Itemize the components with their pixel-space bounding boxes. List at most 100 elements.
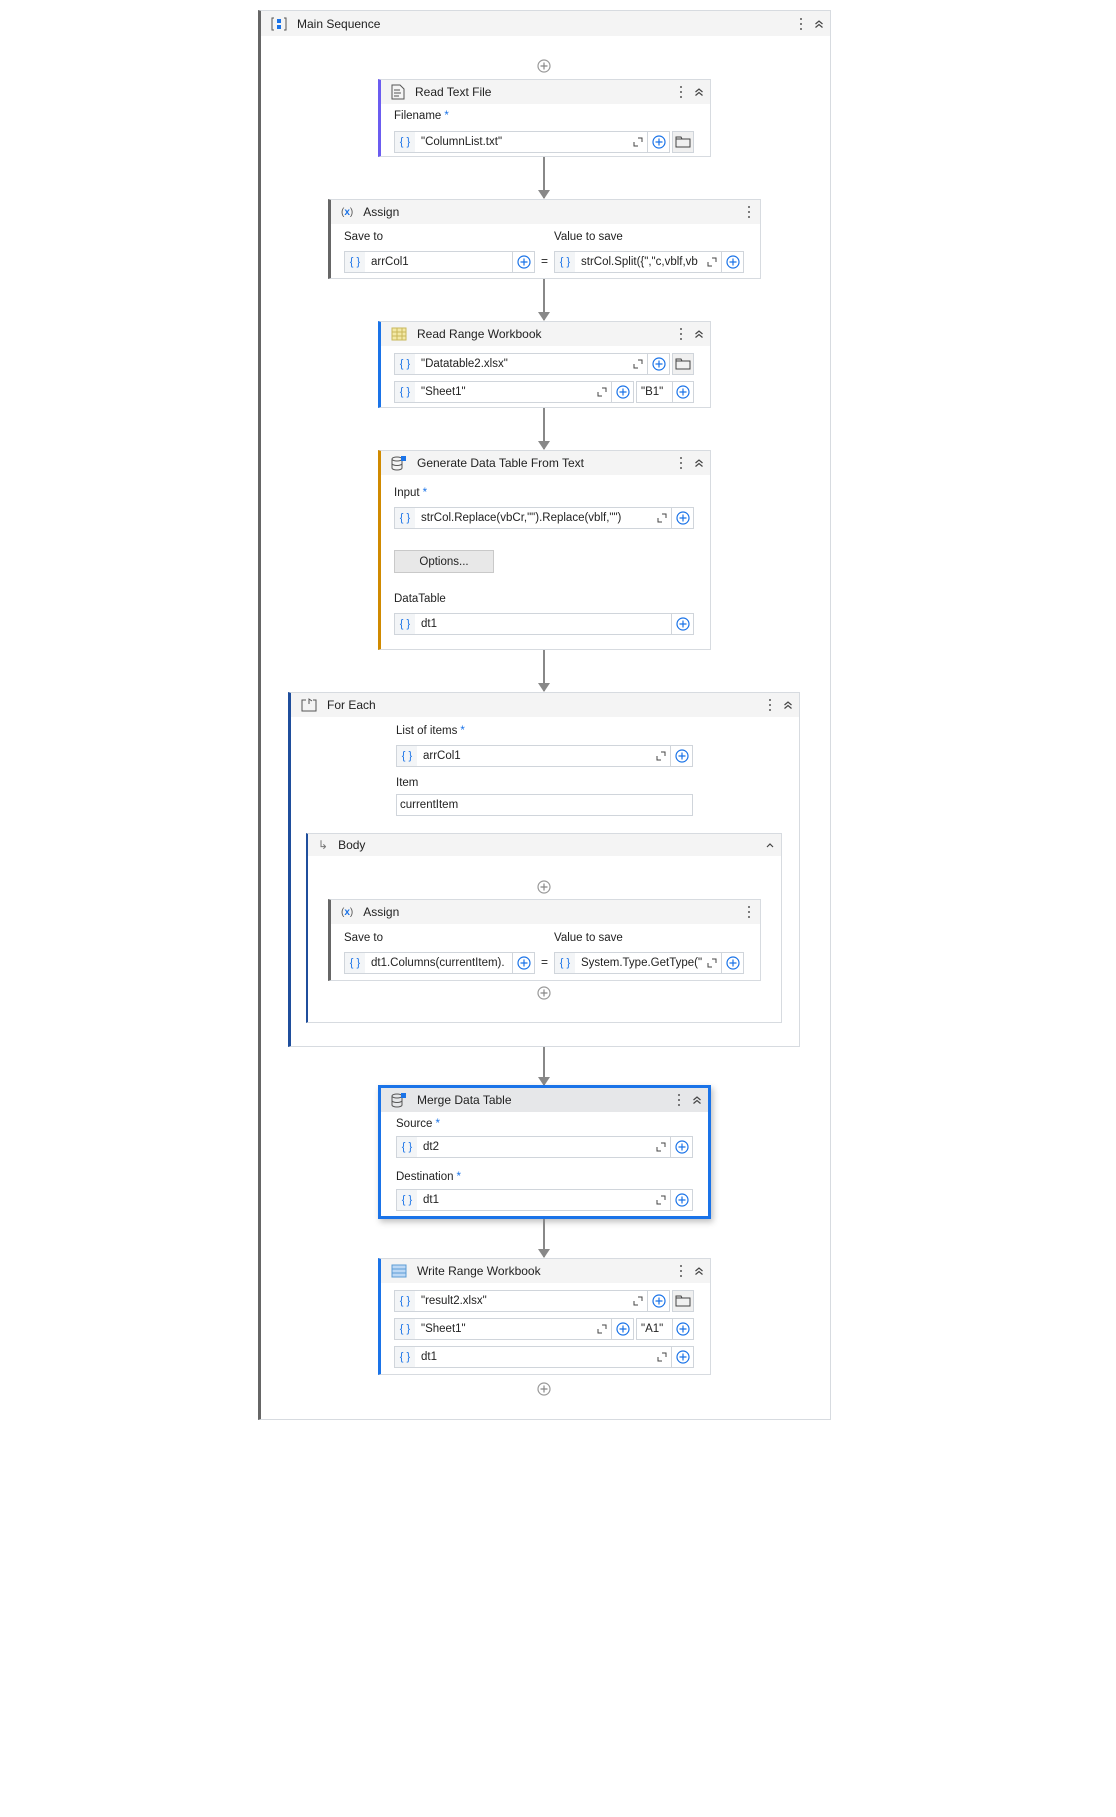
expand-icon[interactable] — [633, 359, 643, 369]
folder-icon[interactable] — [675, 136, 691, 148]
plus-icon[interactable] — [726, 255, 740, 269]
value-field[interactable]: { } strCol.Split({","c,vblf,vb — [554, 251, 744, 273]
value-field[interactable]: { } System.Type.GetType(" — [554, 952, 744, 974]
plus-icon[interactable] — [517, 255, 531, 269]
item-input[interactable]: currentItem — [396, 794, 693, 816]
datatable-field[interactable]: { } dt1 — [394, 613, 694, 635]
workbook-input[interactable]: "result2.xlsx" — [415, 1295, 629, 1307]
plus-icon[interactable] — [652, 135, 666, 149]
expand-icon[interactable] — [707, 958, 717, 968]
save-to-field[interactable]: { } dt1.Columns(currentItem). — [344, 952, 535, 974]
collapse-icon[interactable] — [692, 1095, 702, 1105]
value-input[interactable]: strCol.Split({","c,vblf,vb — [575, 256, 703, 268]
more-options-icon[interactable] — [744, 204, 754, 220]
plus-icon[interactable] — [675, 1140, 689, 1154]
collapse-icon[interactable] — [694, 1266, 704, 1276]
datatable-input[interactable]: dt1 — [415, 618, 671, 630]
generate-data-table-activity[interactable]: Generate Data Table From Text Input * { }… — [378, 450, 711, 650]
source-input[interactable]: dt2 — [417, 1141, 652, 1153]
collapse-icon[interactable] — [694, 458, 704, 468]
destination-field[interactable]: { } dt1 — [396, 1189, 693, 1211]
expand-icon[interactable] — [657, 1352, 667, 1362]
expression-icon: { } — [395, 1319, 415, 1339]
more-options-icon[interactable] — [744, 904, 754, 920]
plus-icon[interactable] — [675, 749, 689, 763]
destination-input[interactable]: dt1 — [417, 1194, 652, 1206]
value-input[interactable]: System.Type.GetType(" — [575, 957, 703, 969]
collapse-icon[interactable] — [694, 87, 704, 97]
plus-icon[interactable] — [652, 357, 666, 371]
more-options-icon[interactable] — [676, 326, 686, 342]
plus-icon[interactable] — [676, 511, 690, 525]
workbook-input[interactable]: "Datatable2.xlsx" — [415, 358, 629, 370]
options-button[interactable]: Options... — [394, 550, 494, 573]
plus-icon[interactable] — [676, 617, 690, 631]
more-options-icon[interactable] — [674, 1092, 684, 1108]
merge-data-table-activity[interactable]: Merge Data Table Source * { } dt2 Destinat… — [378, 1085, 711, 1219]
collapse-icon[interactable] — [814, 19, 824, 29]
workbook-path-field[interactable]: { } "result2.xlsx" — [394, 1290, 694, 1312]
expand-icon[interactable] — [707, 257, 717, 267]
datatable-field[interactable]: { } dt1 — [394, 1346, 694, 1368]
add-activity-icon[interactable] — [537, 880, 551, 894]
start-cell-input[interactable]: "A1" — [636, 1318, 673, 1340]
read-text-file-activity[interactable]: Read Text File Filename * { } "ColumnList.… — [378, 79, 711, 157]
sheet-input[interactable]: "Sheet1" — [415, 386, 593, 398]
expand-icon[interactable] — [633, 137, 643, 147]
filename-field[interactable]: { } "ColumnList.txt" — [394, 131, 694, 153]
more-options-icon[interactable] — [676, 1263, 686, 1279]
more-options-icon[interactable] — [796, 16, 806, 32]
more-options-icon[interactable] — [765, 697, 775, 713]
for-each-activity[interactable]: For Each List of items * { } arrCol1 Item … — [288, 692, 800, 1047]
save-to-input[interactable]: dt1.Columns(currentItem). — [365, 957, 512, 969]
plus-icon[interactable] — [676, 385, 690, 399]
plus-icon[interactable] — [675, 1193, 689, 1207]
assign-activity[interactable]: (x) Assign Save to Value to save { } arrCo… — [328, 199, 761, 279]
plus-icon[interactable] — [616, 385, 630, 399]
input-text[interactable]: strCol.Replace(vbCr,"").Replace(vblf,"") — [415, 512, 653, 524]
source-field[interactable]: { } dt2 — [396, 1136, 693, 1158]
folder-icon[interactable] — [675, 358, 691, 370]
expand-icon[interactable] — [633, 1296, 643, 1306]
collapse-icon[interactable] — [694, 329, 704, 339]
equals-sign: = — [541, 254, 549, 268]
list-input[interactable]: arrCol1 — [417, 750, 652, 762]
sheet-input[interactable]: "Sheet1" — [415, 1323, 593, 1335]
filename-input[interactable]: "ColumnList.txt" — [415, 136, 629, 148]
plus-icon[interactable] — [726, 956, 740, 970]
expand-icon[interactable] — [656, 1195, 666, 1205]
workbook-path-field[interactable]: { } "Datatable2.xlsx" — [394, 353, 694, 375]
datatable-input[interactable]: dt1 — [415, 1351, 653, 1363]
expression-icon: { } — [397, 746, 417, 766]
sheet-range-field[interactable]: { } "Sheet1" "A1" — [394, 1318, 694, 1340]
range-input[interactable]: "B1" — [636, 381, 673, 403]
plus-icon[interactable] — [676, 1322, 690, 1336]
collapse-icon[interactable] — [765, 840, 775, 850]
expand-icon[interactable] — [597, 387, 607, 397]
expand-icon[interactable] — [656, 751, 666, 761]
expand-icon[interactable] — [656, 1142, 666, 1152]
folder-icon[interactable] — [675, 1295, 691, 1307]
sheet-range-field[interactable]: { } "Sheet1" "B1" — [394, 381, 694, 403]
read-range-workbook-activity[interactable]: Read Range Workbook { } "Datatable2.xlsx"… — [378, 321, 711, 408]
more-options-icon[interactable] — [676, 455, 686, 471]
add-activity-icon[interactable] — [537, 59, 551, 73]
collapse-icon[interactable] — [783, 700, 793, 710]
body-container[interactable]: ↳ Body (x) Assign Save to Value to save { … — [306, 833, 782, 1023]
add-activity-icon[interactable] — [537, 1382, 551, 1396]
write-range-workbook-activity[interactable]: Write Range Workbook { } "result2.xlsx" {… — [378, 1258, 711, 1375]
save-to-field[interactable]: { } arrCol1 — [344, 251, 535, 273]
plus-icon[interactable] — [517, 956, 531, 970]
list-of-items-field[interactable]: { } arrCol1 — [396, 745, 693, 767]
expand-icon[interactable] — [657, 513, 667, 523]
expand-icon[interactable] — [597, 1324, 607, 1334]
assign-activity[interactable]: (x) Assign Save to Value to save { } dt1.C… — [328, 899, 761, 981]
more-options-icon[interactable] — [676, 84, 686, 100]
plus-icon[interactable] — [616, 1322, 630, 1336]
main-sequence-header[interactable]: Main Sequence — [261, 11, 830, 36]
plus-icon[interactable] — [676, 1350, 690, 1364]
input-field[interactable]: { } strCol.Replace(vbCr,"").Replace(vblf,… — [394, 507, 694, 529]
save-to-input[interactable]: arrCol1 — [365, 256, 512, 268]
add-activity-icon[interactable] — [537, 986, 551, 1000]
plus-icon[interactable] — [652, 1294, 666, 1308]
